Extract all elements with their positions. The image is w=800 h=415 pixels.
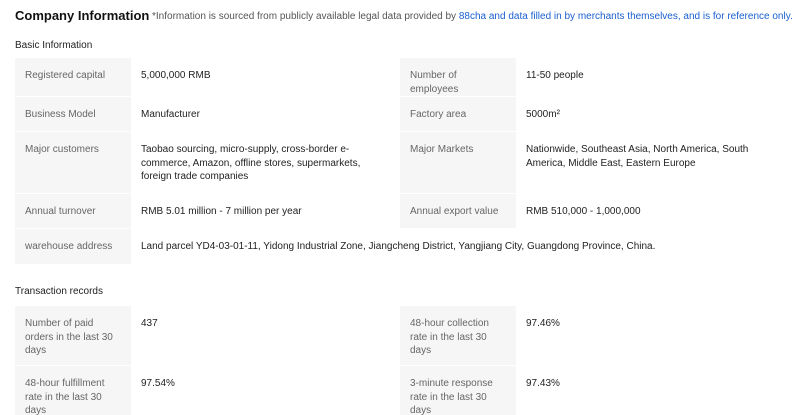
major-customers-label: Major customers <box>15 132 131 194</box>
table-row: Annual turnover RMB 5.01 million - 7 mil… <box>15 194 790 229</box>
paid-orders-value: 437 <box>131 306 400 366</box>
major-markets-value: Nationwide, Southeast Asia, North Americ… <box>516 132 790 194</box>
annual-export-value: RMB 510,000 - 1,000,000 <box>516 194 790 229</box>
collection-rate-label: 48-hour collection rate in the last 30 d… <box>400 306 516 366</box>
table-row: warehouse address Land parcel YD4-03-01-… <box>15 229 790 265</box>
employees-value: 11-50 people <box>516 58 790 97</box>
collection-rate-value: 97.46% <box>516 306 790 366</box>
registered-capital-label: Registered capital <box>15 58 131 97</box>
annual-export-label: Annual export value <box>400 194 516 229</box>
table-row: Business Model Manufacturer Factory area… <box>15 97 790 132</box>
table-row: 48-hour fulfillment rate in the last 30 … <box>15 366 790 415</box>
transaction-records-table: Number of paid orders in the last 30 day… <box>15 306 790 415</box>
table-row: Registered capital 5,000,000 RMB Number … <box>15 58 790 97</box>
business-model-label: Business Model <box>15 97 131 132</box>
warehouse-address-label: warehouse address <box>15 229 131 265</box>
annual-turnover-value: RMB 5.01 million - 7 million per year <box>131 194 400 229</box>
basic-information-table: Registered capital 5,000,000 RMB Number … <box>15 58 790 265</box>
factory-area-value: 5000m² <box>516 97 790 132</box>
notice-suffix: and data filled in by merchants themselv… <box>486 11 793 22</box>
page-title: Company Information <box>15 8 150 23</box>
major-customers-value: Taobao sourcing, micro-supply, cross-bor… <box>131 132 400 194</box>
response-rate-value: 97.43% <box>516 366 790 415</box>
notice-prefix: *Information is sourced from publicly av… <box>152 11 459 22</box>
table-row: Number of paid orders in the last 30 day… <box>15 306 790 366</box>
basic-information-heading: Basic Information <box>15 40 93 51</box>
fulfillment-rate-value: 97.54% <box>131 366 400 415</box>
paid-orders-label: Number of paid orders in the last 30 day… <box>15 306 131 366</box>
table-row: Major customers Taobao sourcing, micro-s… <box>15 132 790 194</box>
response-rate-label: 3-minute response rate in the last 30 da… <box>400 366 516 415</box>
registered-capital-value: 5,000,000 RMB <box>131 58 400 97</box>
panel-header: Company Information *Information is sour… <box>0 0 800 32</box>
company-information-panel: Company Information *Information is sour… <box>0 0 800 415</box>
factory-area-label: Factory area <box>400 97 516 132</box>
transaction-records-viewport: Number of paid orders in the last 30 day… <box>0 306 800 415</box>
warehouse-address-value: Land parcel YD4-03-01-11, Yidong Industr… <box>131 229 790 265</box>
88cha-link[interactable]: 88cha <box>459 11 486 22</box>
employees-label: Number of employees <box>400 58 516 97</box>
fulfillment-rate-label: 48-hour fulfillment rate in the last 30 … <box>15 366 131 415</box>
major-markets-label: Major Markets <box>400 132 516 194</box>
annual-turnover-label: Annual turnover <box>15 194 131 229</box>
business-model-value: Manufacturer <box>131 97 400 132</box>
transaction-records-heading: Transaction records <box>15 286 103 297</box>
source-notice: *Information is sourced from publicly av… <box>152 11 793 22</box>
